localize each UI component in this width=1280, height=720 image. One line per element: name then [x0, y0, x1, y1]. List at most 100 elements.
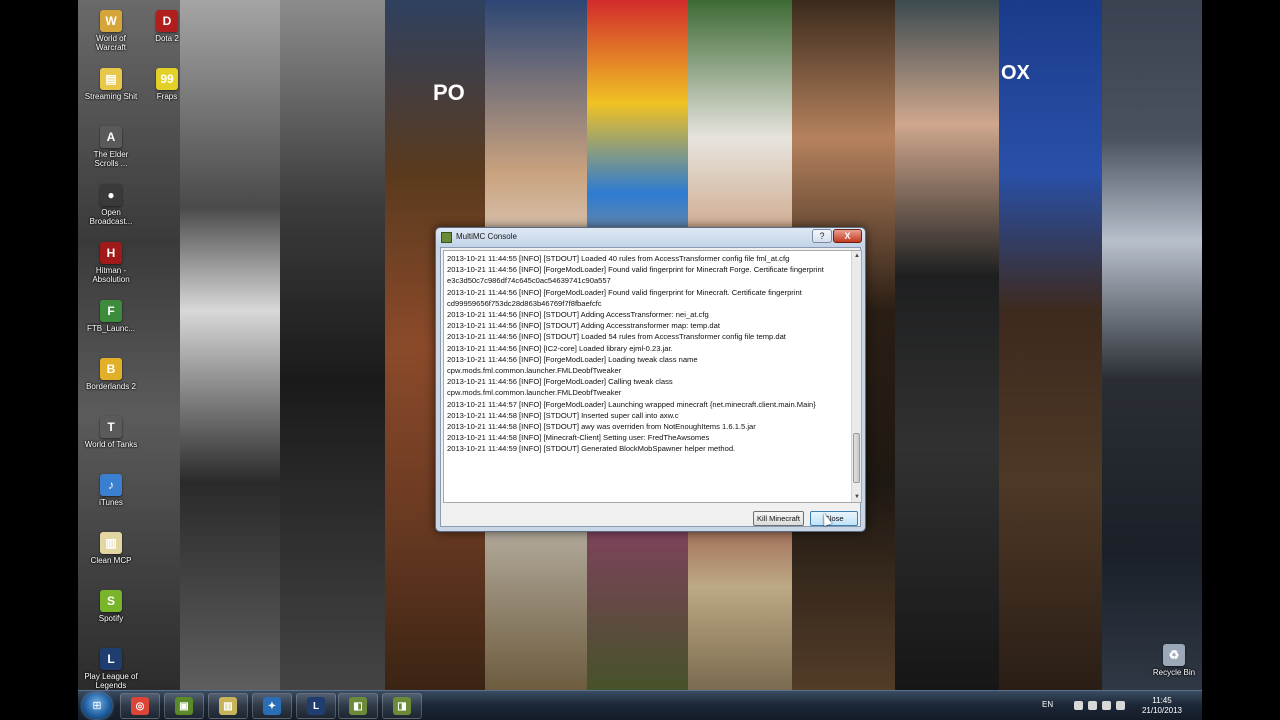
help-button[interactable]: ? — [812, 229, 832, 243]
clock-date: 21/10/2013 — [1141, 706, 1183, 715]
window-titlebar[interactable]: MultiMC Console ? X — [436, 228, 865, 247]
app-icon: T — [100, 416, 122, 438]
desktop-icon[interactable]: F FTB_Launc... — [84, 294, 138, 333]
multimc-console-icon: ◨ — [393, 697, 411, 715]
desktop-icon-label: Spotify — [98, 614, 124, 623]
app-icon: H — [100, 242, 122, 264]
app-icon: F — [100, 300, 122, 322]
app-blue-icon: ✦ — [263, 697, 281, 715]
window-title: MultiMC Console — [456, 232, 517, 241]
multimc-console-window: MultiMC Console ? X 2013-10-21 11:44:55 … — [435, 227, 866, 532]
app-icon: W — [100, 10, 122, 32]
app-icon: L — [100, 648, 122, 670]
window-close-button[interactable]: X — [833, 229, 862, 243]
desktop-icon[interactable]: L Play League of Legends — [84, 642, 138, 690]
wallpaper-strip — [1102, 0, 1202, 690]
desktop-icon-label: The Elder Scrolls ... — [93, 150, 129, 168]
log-text: 2013-10-21 11:44:55 [INFO] [STDOUT] Load… — [447, 253, 847, 455]
desktop-icon-label: Play League of Legends — [84, 672, 138, 690]
app-icon: ▤ — [100, 68, 122, 90]
log-line: 2013-10-21 11:44:58 [INFO] [STDOUT] Inse… — [447, 410, 679, 420]
minecraft-icon: ▣ — [175, 697, 193, 715]
chrome-icon: ◎ — [131, 697, 149, 715]
pillarbox-right — [1202, 0, 1280, 720]
desktop-icon[interactable]: D Dota 2 — [140, 4, 194, 43]
desktop-icon-label: Recycle Bin — [1152, 668, 1196, 677]
app-icon: S — [100, 590, 122, 612]
multimc-app-icon — [441, 232, 452, 243]
tray-monitor-icon[interactable] — [1102, 701, 1111, 710]
tray-network-icon[interactable] — [1088, 701, 1097, 710]
desktop-icon-label: Hitman - Absolution — [92, 266, 130, 284]
desktop-icon-label: Dota 2 — [155, 34, 179, 43]
desktop-icon[interactable]: 99 Fraps — [140, 62, 194, 101]
desktop-icon[interactable]: W World of Warcraft — [84, 4, 138, 52]
close-button[interactable]: Close — [810, 511, 858, 526]
clock[interactable]: 11:45 21/10/2013 — [1137, 696, 1187, 716]
taskbar: ⊞ ◎ ▣ ▥ ✦ L ◧ ◨ EN 11:45 21/10/2013 — [78, 690, 1202, 720]
desktop-icon[interactable]: S Spotify — [84, 584, 138, 623]
desktop-icon[interactable]: ♻ Recycle Bin — [1147, 638, 1201, 677]
desktop-icon-label: World of Warcraft — [96, 34, 126, 52]
log-line: 2013-10-21 11:44:57 [INFO] [ForgeModLoad… — [447, 399, 816, 409]
desktop-icon-label: Fraps — [156, 92, 178, 101]
desktop-icon[interactable]: T World of Tanks — [84, 410, 138, 449]
log-line: 2013-10-21 11:44:56 [INFO] [IC2-core] Lo… — [447, 343, 673, 353]
tray-flag-icon[interactable] — [1074, 701, 1083, 710]
desktop-icon-label: Clean MCP — [90, 556, 132, 565]
desktop-icon-label: World of Tanks — [84, 440, 138, 449]
multimc-icon: ◧ — [349, 697, 367, 715]
desktop-icon-label: Open Broadcast... — [89, 208, 133, 226]
log-line: 2013-10-21 11:44:56 [INFO] [STDOUT] Addi… — [447, 310, 709, 320]
language-indicator[interactable]: EN — [1042, 700, 1053, 709]
log-line: 2013-10-21 11:44:56 [INFO] [STDOUT] Load… — [447, 332, 786, 342]
app-icon: B — [100, 358, 122, 380]
wallpaper-strip — [180, 0, 280, 690]
desktop-icon[interactable]: ♪ iTunes — [84, 468, 138, 507]
taskbar-item-multimc[interactable]: ◧ — [338, 693, 378, 719]
clock-time: 11:45 — [1152, 696, 1172, 705]
console-log[interactable]: 2013-10-21 11:44:55 [INFO] [STDOUT] Load… — [443, 250, 862, 503]
taskbar-item-chrome[interactable]: ◎ — [120, 693, 160, 719]
log-line: 2013-10-21 11:44:58 [INFO] [STDOUT] awy … — [447, 422, 756, 432]
taskbar-item-multimc-console[interactable]: ◨ — [382, 693, 422, 719]
log-line: 2013-10-21 11:44:59 [INFO] [STDOUT] Gene… — [447, 444, 736, 454]
log-line: 2013-10-21 11:44:56 [INFO] [ForgeModLoad… — [447, 265, 824, 286]
taskbar-item-app-blue[interactable]: ✦ — [252, 693, 292, 719]
desktop-icon[interactable]: ▥ Clean MCP — [84, 526, 138, 565]
log-line: 2013-10-21 11:44:56 [INFO] [ForgeModLoad… — [447, 377, 673, 398]
scroll-down-icon[interactable]: ▼ — [852, 492, 861, 502]
desktop-icon-label: FTB_Launc... — [86, 324, 136, 333]
taskbar-item-league[interactable]: L — [296, 693, 336, 719]
league-icon: L — [307, 697, 325, 715]
log-line: 2013-10-21 11:44:55 [INFO] [STDOUT] Load… — [447, 254, 790, 263]
desktop-icon-label: Borderlands 2 — [86, 382, 136, 391]
desktop-icon-label: iTunes — [99, 498, 123, 507]
taskbar-item-minecraft[interactable]: ▣ — [164, 693, 204, 719]
app-icon: ● — [100, 184, 122, 206]
desktop-icon[interactable]: H Hitman - Absolution — [84, 236, 138, 284]
wallpaper-strip — [280, 0, 385, 690]
scroll-up-icon[interactable]: ▲ — [852, 251, 861, 261]
desktop-icon[interactable]: ▤ Streaming Shit — [84, 62, 138, 101]
desktop-icon[interactable]: ● Open Broadcast... — [84, 178, 138, 226]
start-button[interactable]: ⊞ — [82, 693, 112, 719]
log-line: 2013-10-21 11:44:56 [INFO] [ForgeModLoad… — [447, 354, 698, 376]
pillarbox-left — [0, 0, 78, 720]
tray-volume-icon[interactable] — [1116, 701, 1125, 710]
desktop-icon-label: Streaming Shit — [84, 92, 138, 101]
log-line: 2013-10-21 11:44:58 [INFO] [Minecraft-Cl… — [447, 433, 710, 443]
app-icon: ♪ — [100, 474, 122, 496]
tardis-sign-right: OX — [1001, 62, 1030, 84]
scroll-thumb[interactable] — [853, 433, 860, 483]
clean-mcp-icon: ▥ — [219, 697, 237, 715]
taskbar-item-clean-mcp[interactable]: ▥ — [208, 693, 248, 719]
wallpaper-strip: OX — [999, 0, 1102, 690]
app-icon: 99 — [156, 68, 178, 90]
tardis-sign-left: PO — [433, 80, 465, 105]
app-icon: D — [156, 10, 178, 32]
kill-minecraft-button[interactable]: Kill Minecraft — [753, 511, 804, 526]
desktop-icon[interactable]: B Borderlands 2 — [84, 352, 138, 391]
desktop-icon[interactable]: A The Elder Scrolls ... — [84, 120, 138, 168]
log-scrollbar[interactable]: ▲ ▼ — [851, 251, 861, 502]
